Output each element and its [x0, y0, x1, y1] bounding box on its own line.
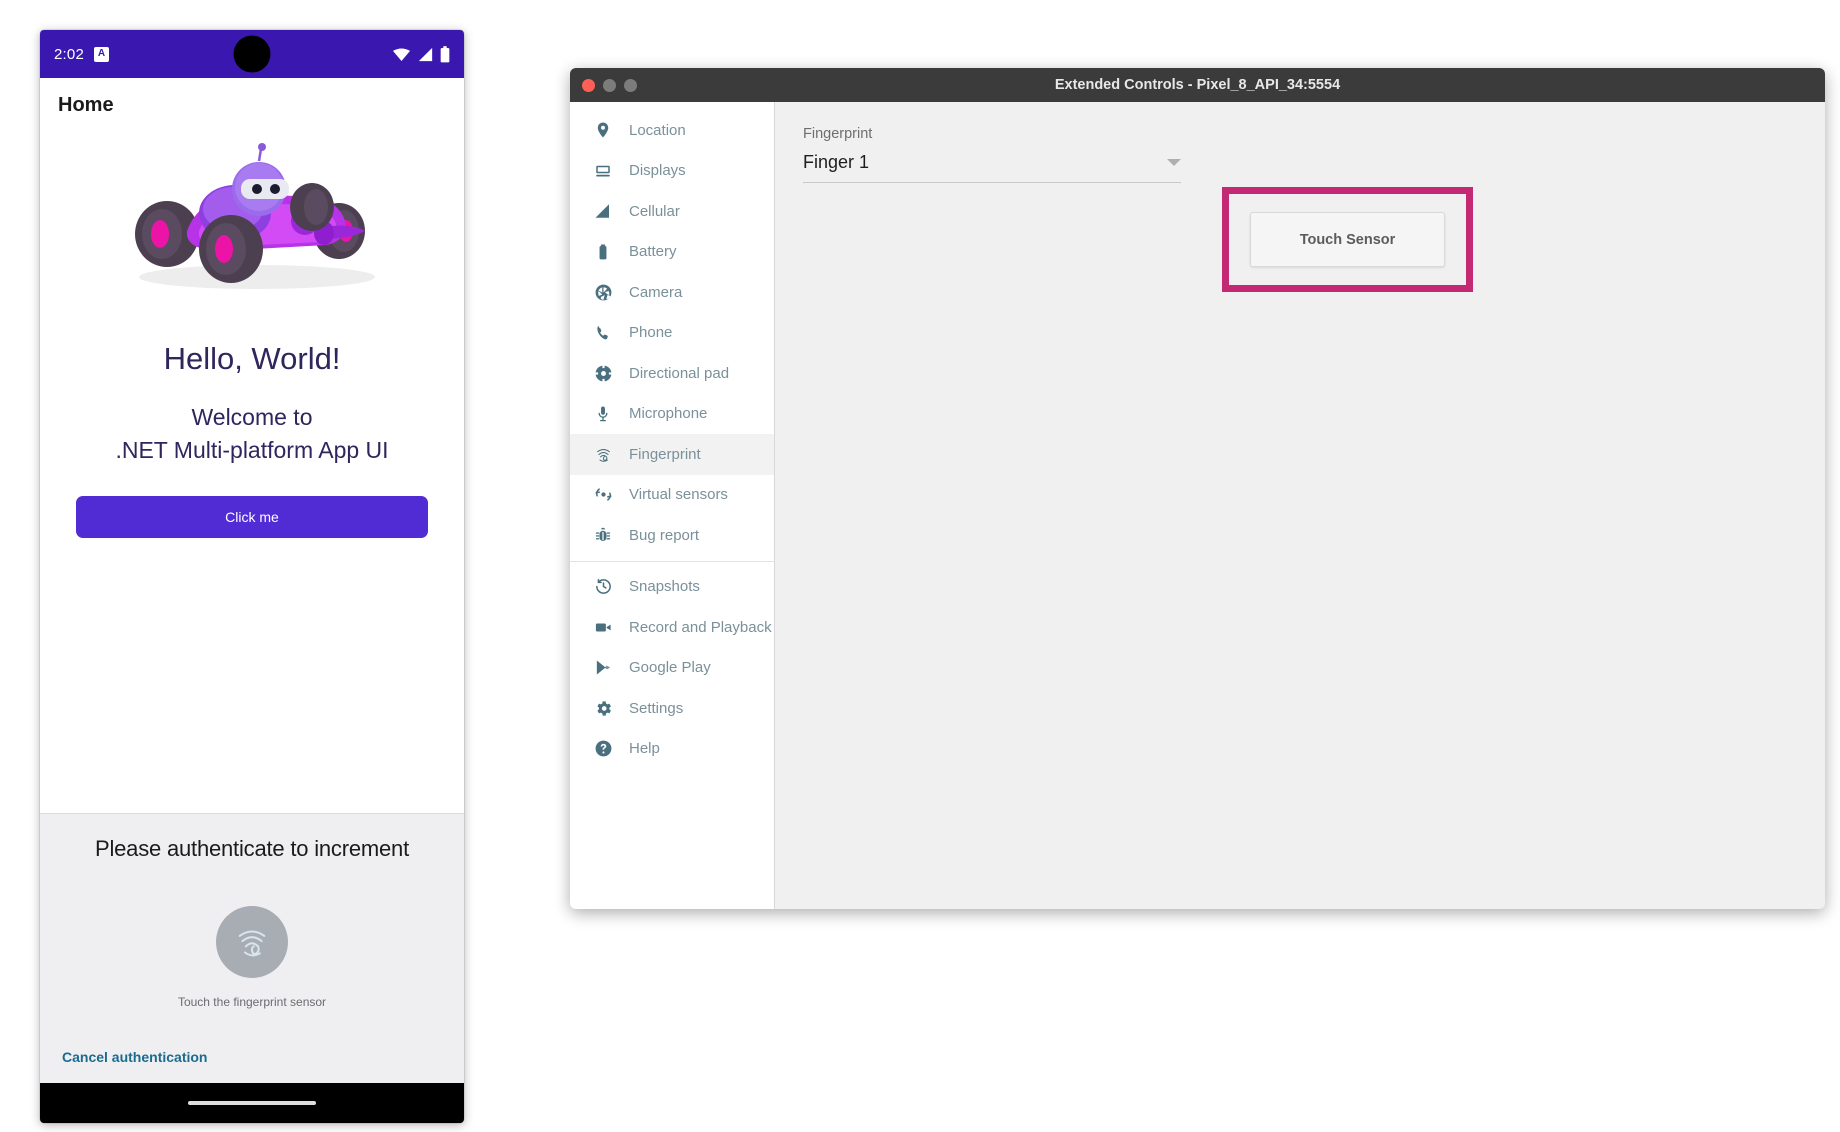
extended-controls-window: Extended Controls - Pixel_8_API_34:5554 …: [570, 68, 1825, 909]
virtual-sensors-icon: [592, 484, 614, 506]
status-bar-clock: 2:02: [54, 45, 84, 63]
app-notification-icon: A: [94, 46, 109, 62]
sidebar-item-label: Bug report: [629, 526, 700, 544]
status-bar-icons: [392, 45, 450, 63]
fingerprint-panel: Fingerprint Finger 1 Touch Sensor: [775, 102, 1825, 909]
location-pin-icon: [592, 119, 614, 141]
battery-icon: [592, 241, 614, 263]
welcome-text: Welcome to .NET Multi-platform App UI: [115, 401, 388, 466]
camera-aperture-icon: [592, 281, 614, 303]
bug-icon: [592, 524, 614, 546]
finger-select-dropdown[interactable]: Finger 1: [803, 152, 1181, 183]
biometric-prompt-sheet: Please authenticate to increment Touch t…: [40, 813, 464, 1083]
sidebar-item-label: Battery: [629, 243, 677, 261]
sidebar-divider: [570, 560, 774, 562]
sidebar-item-label: Cellular: [629, 202, 680, 220]
extended-controls-sidebar: Location Displays Cellular Battery Camer…: [570, 102, 775, 909]
hello-world-heading: Hello, World!: [163, 341, 341, 376]
welcome-line-1: Welcome to: [191, 404, 313, 430]
sidebar-item-settings[interactable]: Settings: [570, 688, 774, 729]
phone-status-bar: 2:02 A: [40, 30, 464, 78]
sidebar-item-displays[interactable]: Displays: [570, 151, 774, 192]
sidebar-item-label: Settings: [629, 699, 684, 717]
sidebar-item-help[interactable]: Help: [570, 729, 774, 770]
dotnet-bot-racecar-image: 8: [135, 143, 375, 289]
sidebar-item-label: Location: [629, 121, 686, 139]
sidebar-item-label: Help: [629, 740, 660, 758]
window-traffic-lights: [570, 78, 637, 92]
sidebar-item-phone[interactable]: Phone: [570, 313, 774, 354]
fingerprint-icon: [592, 443, 614, 465]
gear-icon: [592, 697, 614, 719]
sidebar-item-bug-report[interactable]: Bug report: [570, 515, 774, 556]
minimize-window-button[interactable]: [603, 78, 616, 92]
sidebar-item-label: Fingerprint: [629, 445, 701, 463]
google-play-icon: [592, 657, 614, 679]
history-clock-icon: [592, 576, 614, 598]
android-emulator-phone: 2:02 A Home Hello, World! Welcome to .NE…: [40, 30, 464, 1123]
sidebar-item-google-play[interactable]: Google Play: [570, 648, 774, 689]
phone-navigation-bar: [40, 1083, 464, 1123]
cellular-signal-icon: [418, 47, 433, 61]
finger-select-value: Finger 1: [803, 152, 870, 172]
sidebar-item-camera[interactable]: Camera: [570, 272, 774, 313]
question-mark-circle-icon: [592, 738, 614, 760]
chevron-down-icon: [1167, 159, 1181, 166]
sidebar-item-label: Phone: [629, 324, 673, 342]
sidebar-item-label: Microphone: [629, 405, 708, 423]
sidebar-item-label: Snapshots: [629, 578, 700, 596]
page-title: Home: [58, 94, 114, 116]
sidebar-item-label: Virtual sensors: [629, 486, 728, 504]
click-me-button[interactable]: Click me: [76, 496, 428, 539]
phone-handset-icon: [592, 322, 614, 344]
sidebar-item-fingerprint[interactable]: Fingerprint: [570, 434, 774, 475]
microphone-icon: [592, 403, 614, 425]
fingerprint-icon[interactable]: [216, 906, 288, 978]
sidebar-item-label: Directional pad: [629, 364, 730, 382]
sidebar-item-battery[interactable]: Battery: [570, 232, 774, 273]
phone-app-body: Home Hello, World! Welcome to .NET Multi…: [40, 78, 464, 1083]
sidebar-item-microphone[interactable]: Microphone: [570, 394, 774, 435]
sidebar-item-record-and-playback[interactable]: Record and Playback: [570, 607, 774, 648]
window-title-bar: Extended Controls - Pixel_8_API_34:5554: [570, 68, 1825, 102]
video-camera-icon: [592, 616, 614, 638]
zoom-window-button[interactable]: [624, 78, 637, 92]
display-icon: [592, 160, 614, 182]
dpad-icon: [592, 362, 614, 384]
home-gesture-pill[interactable]: [188, 1101, 316, 1105]
sidebar-item-label: Google Play: [629, 659, 711, 677]
sidebar-item-label: Displays: [629, 162, 686, 180]
biometric-prompt-title: Please authenticate to increment: [94, 836, 410, 861]
sidebar-item-cellular[interactable]: Cellular: [570, 191, 774, 232]
sidebar-item-virtual-sensors[interactable]: Virtual sensors: [570, 475, 774, 516]
window-content: Location Displays Cellular Battery Camer…: [570, 102, 1825, 909]
sidebar-item-directional-pad[interactable]: Directional pad: [570, 353, 774, 394]
wifi-icon: [392, 48, 411, 61]
battery-icon: [440, 45, 450, 62]
biometric-prompt-hint: Touch the fingerprint sensor: [177, 995, 327, 1009]
window-title: Extended Controls - Pixel_8_API_34:5554: [1054, 77, 1341, 93]
sidebar-item-label: Record and Playback: [629, 618, 772, 636]
camera-cutout: [233, 35, 271, 73]
screenshot-root: 2:02 A Home Hello, World! Welcome to .NE…: [0, 0, 1840, 1132]
touch-sensor-button[interactable]: Touch Sensor: [1250, 212, 1445, 267]
sidebar-item-snapshots[interactable]: Snapshots: [570, 567, 774, 608]
sidebar-item-label: Camera: [629, 283, 683, 301]
cancel-authentication-link[interactable]: Cancel authentication: [62, 1049, 207, 1065]
welcome-line-2: .NET Multi-platform App UI: [115, 436, 389, 463]
cellular-signal-icon: [592, 200, 614, 222]
close-window-button[interactable]: [582, 78, 595, 92]
sidebar-item-location[interactable]: Location: [570, 110, 774, 151]
fingerprint-field-label: Fingerprint: [803, 126, 873, 142]
